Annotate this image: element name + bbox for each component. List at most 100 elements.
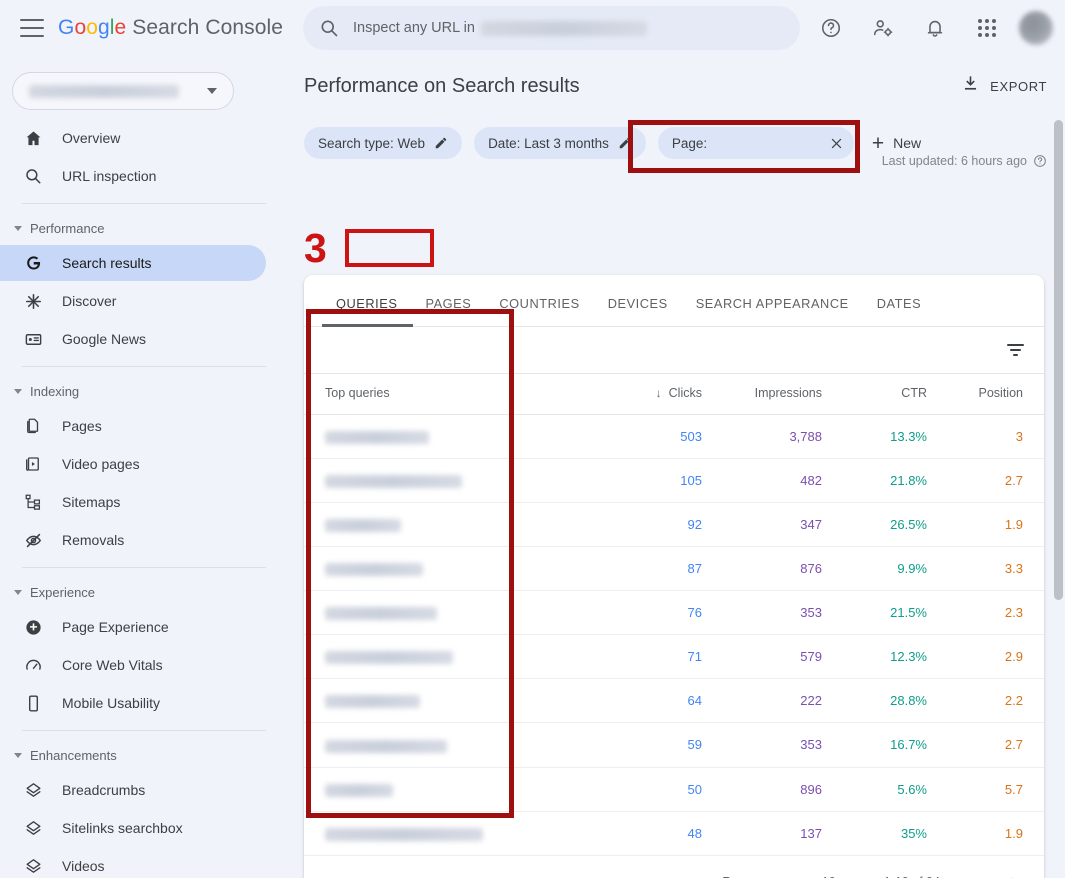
help-circle-icon[interactable] xyxy=(1033,154,1047,168)
sidebar-group-experience[interactable]: Experience xyxy=(0,577,288,607)
chevron-down-icon xyxy=(14,388,22,394)
table-row[interactable]: 105 482 21.8% 2.7 xyxy=(304,458,1044,504)
main-content: Performance on Search results EXPORT Sea… xyxy=(288,56,1065,878)
chevron-left-icon[interactable]: ‹ xyxy=(966,866,998,878)
cell-position: 5.7 xyxy=(927,767,1044,812)
table-row[interactable]: 64 222 28.8% 2.2 xyxy=(304,678,1044,724)
vertical-scrollbar[interactable] xyxy=(1054,120,1063,600)
filter-chip-date[interactable]: Date: Last 3 months xyxy=(474,127,646,159)
filter-chip-search-type[interactable]: Search type: Web xyxy=(304,127,463,159)
sidebar-item-breadcrumbs[interactable]: Breadcrumbs xyxy=(0,772,266,808)
sidebar-group-enhancements[interactable]: Enhancements xyxy=(0,740,288,770)
sidebar-item-removals[interactable]: Removals xyxy=(0,522,266,558)
sidebar-divider xyxy=(22,567,266,568)
table-row[interactable]: 76 353 21.5% 2.3 xyxy=(304,590,1044,636)
table-row[interactable]: 87 876 9.9% 3.3 xyxy=(304,546,1044,592)
pencil-icon[interactable] xyxy=(618,136,632,150)
sidebar-item-discover[interactable]: Discover xyxy=(0,283,266,319)
tab-devices[interactable]: DEVICES xyxy=(594,296,682,326)
url-inspection-search-bar[interactable]: Inspect any URL in xyxy=(303,6,800,50)
sidebar-item-label: URL inspection xyxy=(62,168,157,184)
chevron-down-icon xyxy=(207,88,217,94)
sidebar-item-mobile-usability[interactable]: Mobile Usability xyxy=(0,685,266,721)
column-header-clicks[interactable]: ↓ Clicks xyxy=(589,373,702,415)
new-filter-button[interactable]: + New xyxy=(872,133,921,154)
close-icon[interactable] xyxy=(829,136,844,151)
sidebar-group-performance[interactable]: Performance xyxy=(0,213,288,243)
tab-pages[interactable]: PAGES xyxy=(411,296,485,326)
page-title: Performance on Search results xyxy=(304,74,580,97)
google-apps-grid-icon[interactable] xyxy=(967,8,1007,48)
sidebar-item-sitemaps[interactable]: Sitemaps xyxy=(0,484,266,520)
tab-countries[interactable]: COUNTRIES xyxy=(485,296,593,326)
table-row[interactable]: 50 896 5.6% 5.7 xyxy=(304,767,1044,812)
cell-position: 2.7 xyxy=(927,722,1044,768)
cell-impressions: 347 xyxy=(702,502,822,548)
sidebar-item-core-web-vitals[interactable]: Core Web Vitals xyxy=(0,647,266,683)
page-header: Performance on Search results EXPORT xyxy=(288,56,1065,116)
table-row[interactable]: 59 353 16.7% 2.7 xyxy=(304,722,1044,768)
column-header-impressions[interactable]: Impressions xyxy=(702,373,822,415)
sidebar-item-label: Page Experience xyxy=(62,619,169,635)
pencil-icon[interactable] xyxy=(434,136,448,150)
cell-clicks: 92 xyxy=(589,502,702,548)
sidebar-item-sitelinks-searchbox[interactable]: Sitelinks searchbox xyxy=(0,810,266,846)
cell-position: 2.3 xyxy=(927,590,1044,636)
cell-clicks: 71 xyxy=(589,634,702,680)
table-row[interactable]: 48 137 35% 1.9 xyxy=(304,811,1044,856)
avatar[interactable] xyxy=(1019,11,1053,45)
sidebar-group-indexing[interactable]: Indexing xyxy=(0,376,288,406)
tab-queries[interactable]: QUERIES xyxy=(322,296,411,326)
filter-funnel-icon[interactable] xyxy=(1007,343,1024,357)
cell-query xyxy=(304,767,589,812)
cell-position: 1.9 xyxy=(927,502,1044,548)
sidebar-item-label: Removals xyxy=(62,532,125,548)
cell-ctr: 16.7% xyxy=(822,722,927,768)
table-row[interactable]: 71 579 12.3% 2.9 xyxy=(304,634,1044,680)
table-row[interactable]: 92 347 26.5% 1.9 xyxy=(304,502,1044,548)
notifications-bell-icon[interactable] xyxy=(915,8,955,48)
download-icon xyxy=(961,74,980,98)
chevron-down-icon xyxy=(14,752,22,758)
pagination-range: 1-10 of 94 xyxy=(884,875,940,878)
account-settings-icon[interactable] xyxy=(863,8,903,48)
pages-copy-icon xyxy=(22,415,44,437)
sidebar-item-videos[interactable]: Videos xyxy=(0,848,266,878)
sidebar-item-label: Search results xyxy=(62,255,152,271)
cell-query xyxy=(304,678,589,724)
cell-clicks: 50 xyxy=(589,767,702,812)
redacted-property-domain xyxy=(480,20,647,36)
cell-position: 3 xyxy=(927,414,1044,460)
sidebar-item-overview[interactable]: Overview xyxy=(0,120,266,156)
home-icon xyxy=(22,127,44,149)
redacted-query-text xyxy=(325,827,483,841)
cell-query xyxy=(304,722,589,768)
column-header-ctr[interactable]: CTR xyxy=(822,373,927,415)
cell-ctr: 5.6% xyxy=(822,767,927,812)
sidebar-item-pages[interactable]: Pages xyxy=(0,408,266,444)
property-selector[interactable] xyxy=(12,72,234,110)
rows-per-page-select[interactable]: 10 xyxy=(822,875,858,878)
export-button[interactable]: EXPORT xyxy=(961,74,1047,98)
help-icon[interactable] xyxy=(811,8,851,48)
cell-clicks: 503 xyxy=(589,414,702,460)
cell-query xyxy=(304,414,589,460)
sidebar-item-video-pages[interactable]: Video pages xyxy=(0,446,266,482)
filter-chip-page[interactable]: Page: xyxy=(657,127,854,159)
cell-clicks: 48 xyxy=(589,811,702,856)
sidebar-item-google-news[interactable]: Google News xyxy=(0,321,266,357)
sidebar-item-search-results[interactable]: Search results xyxy=(0,245,266,281)
diamond-layers-icon xyxy=(22,779,44,801)
tabs-bar: QUERIES PAGES COUNTRIES DEVICES SEARCH A… xyxy=(304,275,1044,327)
cell-impressions: 876 xyxy=(702,546,822,592)
tab-dates[interactable]: DATES xyxy=(863,296,935,326)
table-row[interactable]: 503 3,788 13.3% 3 xyxy=(304,414,1044,460)
cell-ctr: 26.5% xyxy=(822,502,927,548)
chevron-right-icon[interactable]: › xyxy=(998,866,1030,878)
sidebar-item-url-inspection[interactable]: URL inspection xyxy=(0,158,266,194)
sidebar-item-page-experience[interactable]: Page Experience xyxy=(0,609,266,645)
column-header-top-queries[interactable]: Top queries xyxy=(304,373,589,415)
tab-search-appearance[interactable]: SEARCH APPEARANCE xyxy=(682,296,863,326)
column-header-position[interactable]: Position xyxy=(927,373,1044,415)
hamburger-icon[interactable] xyxy=(20,19,44,37)
